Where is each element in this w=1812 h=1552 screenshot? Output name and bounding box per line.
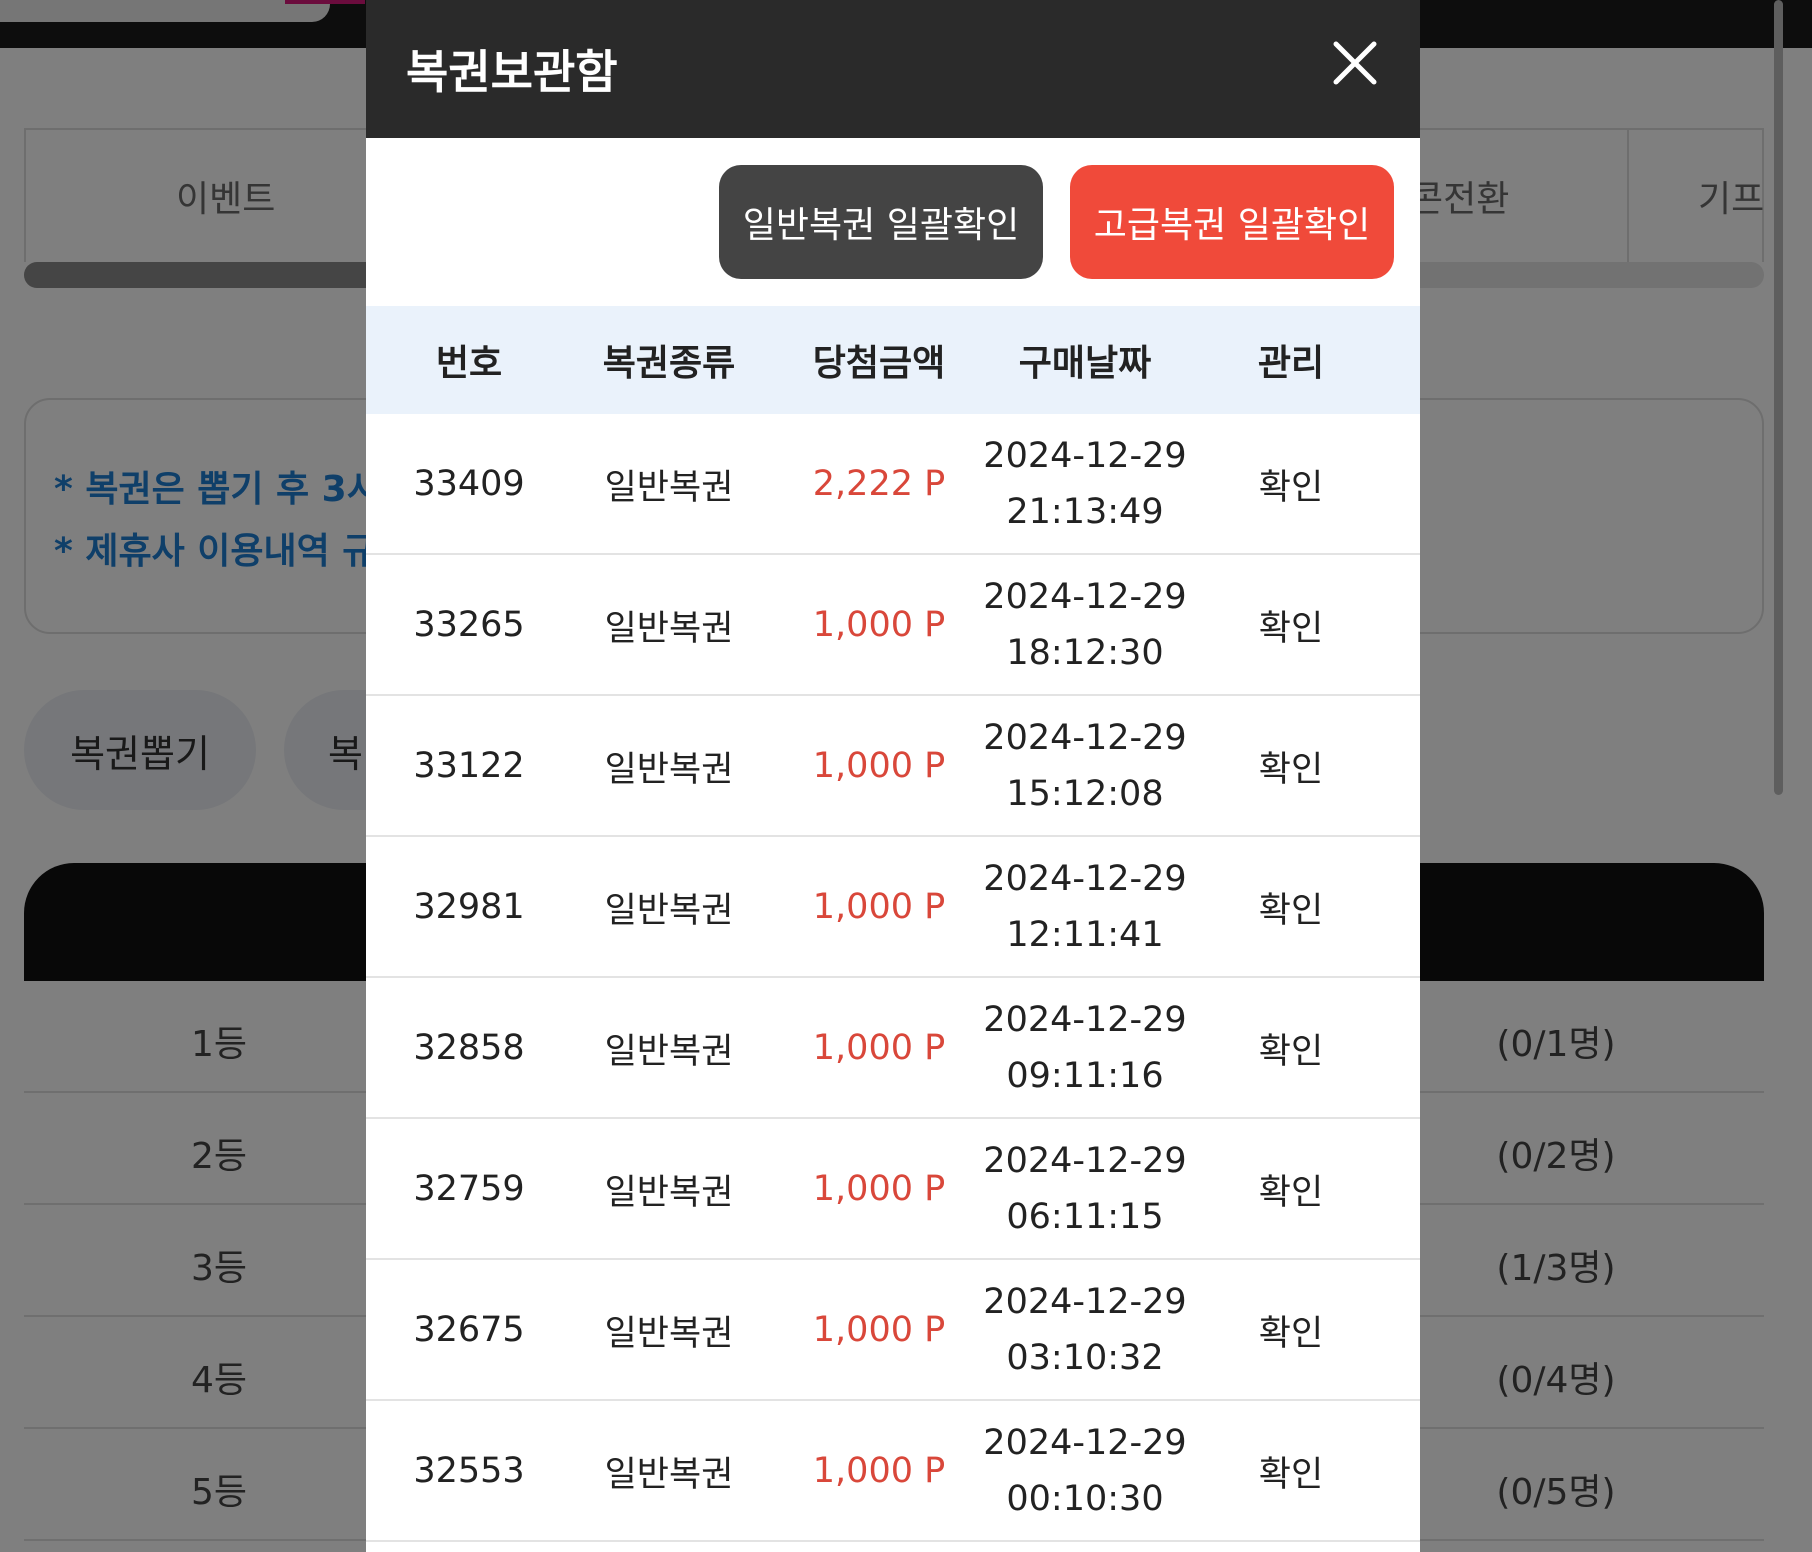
row-confirm-button[interactable]: 확인 [1188,414,1394,554]
row-date: 2024-12-29 12:11:41 [982,837,1188,977]
modal-header: 복권보관함 [366,0,1420,138]
row-amount: 1,000 P [812,887,946,927]
row-amount: 1,000 P [812,1451,946,1491]
table-row: 32675 일반복권 1,000 P 2024-12-29 03:10:32 확인 [366,1260,1420,1401]
column-header-date: 구매날짜 [1018,343,1152,384]
table-row: 33122 일반복권 1,000 P 2024-12-29 15:12:08 확인 [366,696,1420,837]
row-type: 일반복권 [604,467,734,508]
table-header: 번호 복권종류 당첨금액 구매날짜 관리 [366,306,1420,414]
row-confirm-button[interactable]: 확인 [1188,555,1394,695]
table-row: 33409 일반복권 2,222 P 2024-12-29 21:13:49 확인 [366,414,1420,555]
row-date: 2024-12-29 15:12:08 [982,696,1188,836]
row-date-day: 2024-12-29 [983,859,1187,899]
row-date-day: 2024-12-29 [983,718,1187,758]
close-icon[interactable] [1332,40,1378,86]
row-type: 일반복권 [604,1454,734,1495]
row-number: 32675 [413,1310,525,1350]
row-amount: 1,000 P [812,746,946,786]
row-confirm-button[interactable]: 확인 [1188,696,1394,836]
row-type: 일반복권 [604,749,734,790]
table-row: 33265 일반복권 1,000 P 2024-12-29 18:12:30 확인 [366,555,1420,696]
row-date-time: 03:10:32 [1006,1338,1164,1378]
column-header-amount: 당첨금액 [812,343,946,384]
lottery-storage-modal: 복권보관함 일반복권 일괄확인 고급복권 일괄확인 번호 복권종류 당첨금액 구… [366,0,1420,1552]
row-amount: 1,000 P [812,1028,946,1068]
row-date-day: 2024-12-29 [983,436,1187,476]
row-number: 32858 [413,1028,525,1068]
bulk-check-normal-button[interactable]: 일반복권 일괄확인 [719,165,1043,279]
row-confirm-button[interactable]: 확인 [1188,1119,1394,1259]
row-number: 32553 [413,1451,525,1491]
row-number: 33409 [413,464,525,504]
row-amount: 1,000 P [812,605,946,645]
row-date: 2024-12-29 06:11:15 [982,1119,1188,1259]
column-header-type: 복권종류 [602,343,736,384]
row-type: 일반복권 [604,1031,734,1072]
row-date-time: 06:11:15 [1006,1197,1164,1237]
table-row: 32858 일반복권 1,000 P 2024-12-29 09:11:16 확인 [366,978,1420,1119]
row-date: 2024-12-29 21:13:49 [982,414,1188,554]
row-date: 2024-12-29 03:10:32 [982,1260,1188,1400]
row-amount: 1,000 P [812,1169,946,1209]
column-header-number: 번호 [435,343,503,384]
column-header-manage: 관리 [1257,343,1325,384]
row-date-time: 00:10:30 [1006,1479,1164,1519]
row-amount: 2,222 P [812,464,946,504]
row-date-day: 2024-12-29 [983,1141,1187,1181]
row-type: 일반복권 [604,1172,734,1213]
row-amount: 1,000 P [812,1310,946,1350]
table-row: 32553 일반복권 1,000 P 2024-12-29 00:10:30 확인 [366,1401,1420,1542]
modal-title: 복권보관함 [406,45,618,99]
row-type: 일반복권 [604,608,734,649]
row-confirm-button[interactable]: 확인 [1188,1260,1394,1400]
row-number: 33122 [413,746,525,786]
table-row: 32759 일반복권 1,000 P 2024-12-29 06:11:15 확인 [366,1119,1420,1260]
row-number: 33265 [413,605,525,645]
row-date-time: 18:12:30 [1006,633,1164,673]
row-confirm-button[interactable]: 확인 [1188,837,1394,977]
row-date-time: 15:12:08 [1006,774,1164,814]
row-date: 2024-12-29 18:12:30 [982,555,1188,695]
row-date: 2024-12-29 09:11:16 [982,978,1188,1118]
row-date-time: 12:11:41 [1006,915,1164,955]
row-date-day: 2024-12-29 [983,1000,1187,1040]
row-date-day: 2024-12-29 [983,1282,1187,1322]
row-type: 일반복권 [604,1313,734,1354]
row-date-time: 21:13:49 [1006,492,1164,532]
row-number: 32759 [413,1169,525,1209]
table-row: 32981 일반복권 1,000 P 2024-12-29 12:11:41 확인 [366,837,1420,978]
row-date-day: 2024-12-29 [983,1423,1187,1463]
row-date-day: 2024-12-29 [983,577,1187,617]
row-confirm-button[interactable]: 확인 [1188,1401,1394,1541]
row-number: 32981 [413,887,525,927]
row-type: 일반복권 [604,890,734,931]
row-date: 2024-12-29 00:10:30 [982,1401,1188,1541]
row-confirm-button[interactable]: 확인 [1188,978,1394,1118]
bulk-check-premium-button[interactable]: 고급복권 일괄확인 [1070,165,1394,279]
row-date-time: 09:11:16 [1006,1056,1164,1096]
